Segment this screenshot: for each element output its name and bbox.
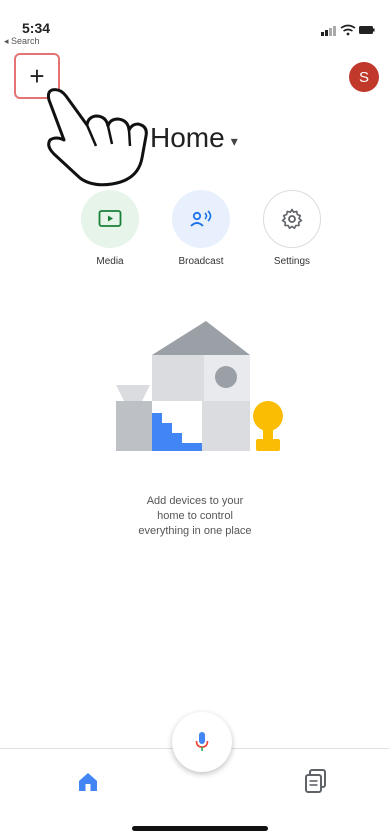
settings-button[interactable] [263,190,321,248]
status-bar: 5:34 ◂ Search [0,0,389,47]
feed-tab-icon[interactable] [304,768,328,794]
chevron-down-icon: ▾ [230,132,238,149]
media-action[interactable]: Media [74,190,146,267]
media-button[interactable] [81,190,139,248]
empty-state-line: home to control [157,510,233,522]
broadcast-action[interactable]: Broadcast [165,190,237,267]
voice-assistant-button[interactable] [172,712,232,772]
settings-label: Settings [273,256,311,267]
settings-action[interactable]: Settings [256,190,328,267]
pointing-hand-icon [46,88,148,187]
gear-icon [281,208,303,230]
quick-actions: Media Broadcast Settings [78,190,328,270]
status-time: 5:34 [22,20,51,36]
status-icons [321,24,375,36]
microphone-icon [195,732,209,751]
home-selector[interactable]: Home ▾ [150,122,238,154]
wifi-icon [340,24,356,36]
page-title: Home [150,122,225,153]
empty-state-message: Add devices to your home to control ever… [100,494,290,539]
back-to-search-link[interactable]: ◂ Search [4,36,40,47]
home-tab-icon[interactable] [76,770,100,794]
broadcast-button[interactable] [172,190,230,248]
empty-state-line: Add devices to your [146,495,244,507]
account-avatar[interactable]: S [349,62,379,92]
media-icon [98,210,122,227]
empty-home-illustration [116,321,283,451]
broadcast-icon [190,210,212,227]
plus-icon: + [29,61,45,91]
avatar-initial: S [358,68,369,86]
signal-icon [321,26,336,36]
home-indicator [132,826,268,831]
empty-state-line: everything in one place [138,525,252,537]
media-label: Media [96,256,124,267]
battery-icon [359,26,375,34]
broadcast-label: Broadcast [178,256,224,267]
